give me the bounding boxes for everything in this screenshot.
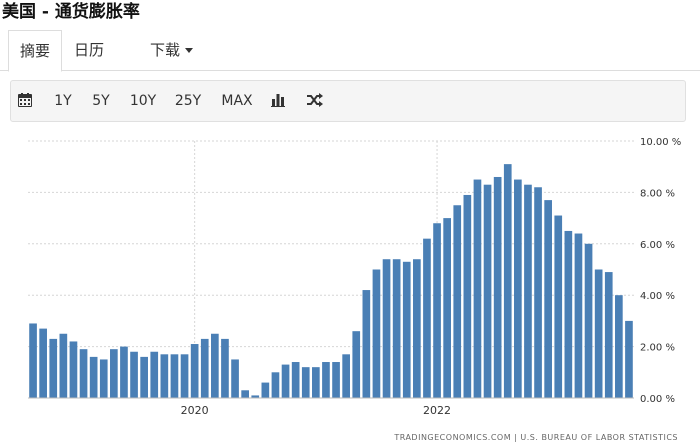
chart-bar (503, 164, 512, 398)
chart-bar (514, 179, 522, 398)
chart-bar (180, 354, 189, 398)
source-label: TRADINGECONOMICS.COM | U.S. BUREAU OF LA… (394, 433, 678, 442)
bar-chart-icon[interactable] (271, 81, 289, 121)
chart-bar (615, 295, 623, 398)
chart-bar (574, 233, 583, 398)
y-tick-label: 10.00 % (640, 137, 681, 148)
tab-download-label: 下载 (150, 41, 181, 59)
y-tick-label: 2.00 % (640, 343, 675, 354)
y-tick-label: 8.00 % (640, 188, 675, 199)
chart-bar (301, 367, 310, 398)
tab-summary[interactable]: 摘要 (8, 30, 62, 72)
chart-bar (564, 230, 573, 398)
chart-bar (584, 243, 593, 398)
chart-bar (342, 354, 350, 398)
chart-bar (463, 194, 472, 398)
chart-bar (554, 215, 563, 398)
chart-bar (453, 205, 462, 398)
chart-bar (49, 338, 58, 398)
chart-bar (130, 351, 138, 398)
chart-bar (402, 261, 411, 398)
chart-bar (423, 238, 431, 398)
chart-bar (332, 362, 340, 398)
chart-bar (29, 323, 37, 398)
chart-svg: 0.00 % 2.00 % 4.00 % 6.00 % 8.00 % 10.00 % 202… (28, 137, 681, 417)
chart-bar (625, 320, 633, 398)
chart-bar (200, 338, 209, 398)
chart-bar (322, 362, 330, 398)
chart-bar (352, 331, 361, 398)
chart-bar (433, 223, 441, 398)
chart-bar (261, 382, 270, 398)
x-tick-label: 2022 (423, 404, 451, 417)
chart-bar (382, 259, 391, 398)
chart-bar (312, 367, 320, 398)
chart-bar (473, 179, 482, 398)
chart-bar (150, 351, 159, 398)
chart-bar (362, 290, 371, 398)
y-tick-label: 4.00 % (640, 291, 675, 302)
tab-download[interactable]: 下载 (150, 30, 210, 71)
chart-bar (443, 218, 451, 398)
chart-bar (59, 333, 68, 398)
chart-bar (140, 356, 148, 398)
calendar-icon[interactable] (18, 81, 38, 121)
chart-bar (291, 362, 300, 398)
chart-bar (120, 346, 128, 398)
chart-bar (110, 349, 118, 398)
chart-bar (281, 364, 290, 398)
range-10y-button[interactable]: 10Y (128, 81, 158, 121)
y-tick-label: 0.00 % (640, 394, 675, 405)
chart-bar (89, 356, 98, 398)
chart-bar (594, 269, 603, 398)
tab-calendar[interactable]: 日历 (74, 30, 114, 71)
y-tick-label: 6.00 % (640, 240, 675, 251)
range-25y-button[interactable]: 25Y (173, 81, 203, 121)
chart-bar (493, 176, 502, 398)
chart-bar (524, 184, 532, 398)
chart-bar (392, 259, 401, 398)
chart-bar (231, 359, 239, 398)
range-max-button[interactable]: MAX (219, 81, 255, 121)
chart-bar (160, 354, 169, 398)
chart-bar (483, 184, 492, 398)
range-5y-button[interactable]: 5Y (89, 81, 113, 121)
chart-bar (170, 354, 179, 398)
chart-bar (271, 372, 280, 398)
page-title: 美国 - 通货膨胀率 (2, 2, 140, 22)
shuffle-icon[interactable] (307, 81, 327, 121)
caret-down-icon (185, 48, 194, 53)
chart-toolbar: 1Y 5Y 10Y 25Y MAX (10, 80, 686, 122)
chart-bar (241, 390, 249, 398)
chart-bar (99, 359, 108, 398)
chart-bar (544, 200, 552, 398)
chart-bar (604, 272, 613, 398)
tab-bar: 摘要 日历 下载 (0, 30, 700, 72)
chart-bar (221, 338, 229, 398)
range-1y-button[interactable]: 1Y (51, 81, 75, 121)
chart-bar (79, 349, 88, 398)
chart-bar (190, 344, 199, 398)
chart-bar (39, 328, 47, 398)
chart-bar (211, 333, 219, 398)
inflation-chart: 0.00 % 2.00 % 4.00 % 6.00 % 8.00 % 10.00 % 202… (0, 128, 700, 448)
chart-bar (69, 341, 78, 398)
x-tick-label: 2020 (181, 404, 209, 417)
chart-bar (372, 269, 381, 398)
chart-bar (534, 187, 542, 398)
chart-bar (413, 259, 421, 398)
